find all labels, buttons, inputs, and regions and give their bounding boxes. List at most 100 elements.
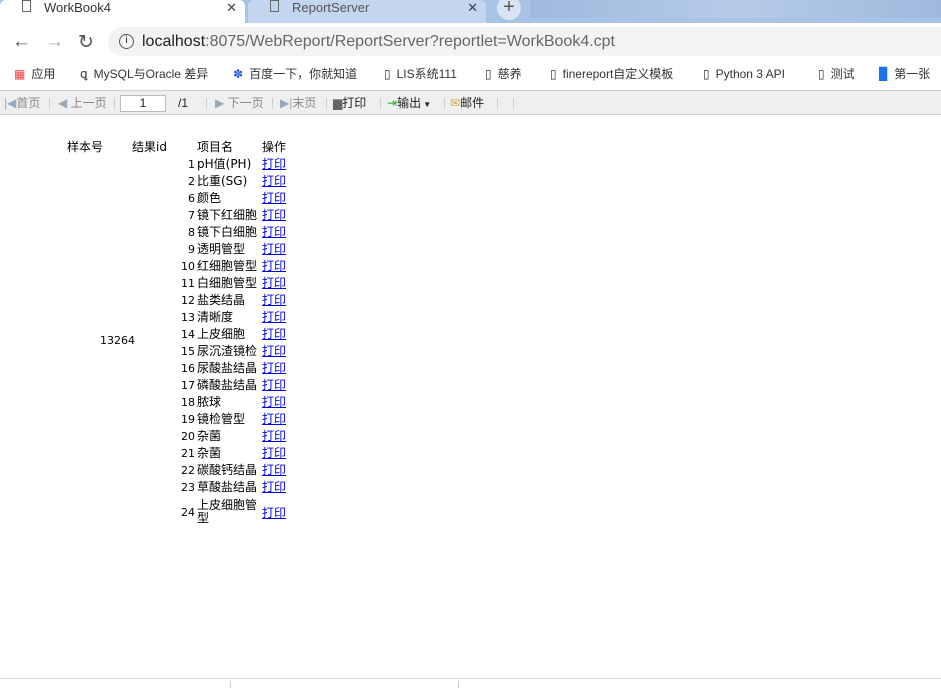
header-item-name: 项目名 xyxy=(197,140,234,154)
printer-icon: ▆ xyxy=(333,96,343,110)
bookmark-ciyang[interactable]: ▯ 慈养 xyxy=(485,60,522,88)
back-icon[interactable]: ← xyxy=(12,31,31,53)
print-link[interactable]: 打印 xyxy=(262,377,286,394)
first-page-button[interactable]: |◀首页 xyxy=(4,91,40,115)
export-icon: ⇥ xyxy=(387,96,398,110)
result-id-cell: 7 xyxy=(188,209,195,222)
bookmark-apps[interactable]: ▦ 应用 xyxy=(14,60,55,88)
bookmark-python[interactable]: ▯ Python 3 API xyxy=(703,60,785,88)
print-link[interactable]: 打印 xyxy=(262,173,286,190)
page-icon: ▯ xyxy=(485,67,492,81)
print-link[interactable]: 打印 xyxy=(262,360,286,377)
label: 末页 xyxy=(292,96,317,110)
result-id-cell: 23 xyxy=(181,481,195,494)
print-link[interactable]: 打印 xyxy=(262,241,286,258)
label: 下一页 xyxy=(227,96,264,110)
new-tab-button[interactable]: + xyxy=(497,0,521,20)
bookmark-test[interactable]: ▯ 测试 xyxy=(818,60,855,88)
info-icon[interactable]: i xyxy=(119,34,134,49)
bookmark-label: 慈养 xyxy=(497,67,522,81)
result-id-cell: 13 xyxy=(181,311,195,324)
item-name-cell: 尿沉渣镜检 xyxy=(197,344,258,358)
tab-workbook4[interactable]: WorkBook4 ✕ xyxy=(0,0,245,23)
header-action: 操作 xyxy=(262,140,287,154)
bookmarks-bar: ▦ 应用 ꝗ MySQL与Oracle 差异 ✽ 百度一下，你就知道 ▯ LIS系统11… xyxy=(0,60,941,88)
result-id-cell: 6 xyxy=(188,192,195,205)
print-link[interactable]: 打印 xyxy=(262,156,286,173)
result-id-cell: 21 xyxy=(181,447,195,460)
item-name-cell: 镜下白细胞 xyxy=(197,225,258,239)
bookmark-finereport[interactable]: ▯ finereport自定义模板 xyxy=(550,60,673,88)
item-name-cell: 杂菌 xyxy=(197,429,222,443)
page-icon: ▯ xyxy=(384,67,391,81)
page-number-input[interactable]: 1 xyxy=(120,95,166,112)
bookmark-label: 百度一下，你就知道 xyxy=(249,67,358,81)
result-id-cell: 22 xyxy=(181,464,195,477)
print-link[interactable]: 打印 xyxy=(262,309,286,326)
print-link[interactable]: 打印 xyxy=(262,479,286,496)
blurred-tabs xyxy=(530,0,941,18)
result-id-cell: 20 xyxy=(181,430,195,443)
apps-grid-icon: ▦ xyxy=(14,67,26,81)
print-link[interactable]: 打印 xyxy=(262,343,286,360)
result-id-cell: 19 xyxy=(181,413,195,426)
report-toolbar: |◀首页 ◀ 上一页 1 /1 ▶ 下一页 ▶|末页 ▆打印 ⇥输出 ▼ ✉邮件 xyxy=(0,90,941,115)
baidu-paw-icon: ✽ xyxy=(233,67,244,81)
item-name-cell: 盐类结晶 xyxy=(197,293,246,307)
next-page-button[interactable]: ▶ 下一页 xyxy=(215,91,264,115)
label: 输出 xyxy=(397,96,422,110)
forward-icon[interactable]: → xyxy=(45,31,64,53)
tab-reportserver[interactable]: ReportServer ✕ xyxy=(248,0,486,23)
print-link[interactable]: 打印 xyxy=(262,428,286,445)
page-icon: ▯ xyxy=(550,67,557,81)
bookmark-label: 测试 xyxy=(830,67,855,81)
result-id-cell: 24 xyxy=(181,506,195,519)
last-page-button[interactable]: ▶|末页 xyxy=(280,91,316,115)
item-name-cell: 透明管型 xyxy=(197,242,246,256)
reload-icon[interactable]: ↻ xyxy=(78,31,94,54)
item-name-cell: 碳酸钙结晶 xyxy=(197,463,258,477)
print-link[interactable]: 打印 xyxy=(262,445,286,462)
bookmark-label: 应用 xyxy=(31,67,56,81)
print-link[interactable]: 打印 xyxy=(262,292,286,309)
close-tab-icon[interactable]: ✕ xyxy=(226,0,237,16)
bookmark-label: 第一张 xyxy=(894,67,931,81)
tab-bar: WorkBook4 ✕ ReportServer ✕ + xyxy=(0,0,941,23)
divider xyxy=(206,98,207,109)
bookmark-label: Python 3 API xyxy=(715,67,785,81)
export-button[interactable]: ⇥输出 ▼ xyxy=(387,91,431,117)
close-tab-icon[interactable]: ✕ xyxy=(467,0,478,16)
print-button[interactable]: ▆打印 xyxy=(333,91,366,115)
bookmark-mysql[interactable]: ꝗ MySQL与Oracle 差异 xyxy=(80,60,208,88)
print-link[interactable]: 打印 xyxy=(262,394,286,411)
email-button[interactable]: ✉邮件 xyxy=(450,91,484,115)
print-link[interactable]: 打印 xyxy=(262,411,286,428)
print-link[interactable]: 打印 xyxy=(262,462,286,479)
bookmark-baidu[interactable]: ✽ 百度一下，你就知道 xyxy=(233,60,357,88)
print-link[interactable]: 打印 xyxy=(262,326,286,343)
divider xyxy=(497,98,498,109)
tab-title: ReportServer xyxy=(292,0,370,15)
bookmark-label: MySQL与Oracle 差异 xyxy=(93,67,209,81)
print-link[interactable]: 打印 xyxy=(262,224,286,241)
url-host: localhost xyxy=(142,33,206,50)
print-link[interactable]: 打印 xyxy=(262,275,286,292)
item-name-cell: 颜色 xyxy=(197,191,222,205)
print-link[interactable]: 打印 xyxy=(262,190,286,207)
result-id-cell: 11 xyxy=(181,277,195,290)
item-name-cell: 清晰度 xyxy=(197,310,234,324)
result-id-cell: 1 xyxy=(188,158,195,171)
result-id-cell: 2 xyxy=(188,175,195,188)
divider xyxy=(49,98,50,109)
print-link[interactable]: 打印 xyxy=(262,496,286,530)
item-name-cell: pH值(PH) xyxy=(197,157,252,171)
print-link[interactable]: 打印 xyxy=(262,258,286,275)
finereport-icon: ▉ xyxy=(879,67,889,81)
next-icon: ▶ xyxy=(215,96,228,110)
bookmark-lis[interactable]: ▯ LIS系统111 xyxy=(384,60,457,88)
page-icon: ▯ xyxy=(818,67,825,81)
address-bar[interactable]: i localhost:8075/WebReport/ReportServer?… xyxy=(108,27,941,56)
bookmark-first[interactable]: ▉ 第一张 xyxy=(879,60,930,88)
print-link[interactable]: 打印 xyxy=(262,207,286,224)
prev-page-button[interactable]: ◀ 上一页 xyxy=(58,91,107,115)
